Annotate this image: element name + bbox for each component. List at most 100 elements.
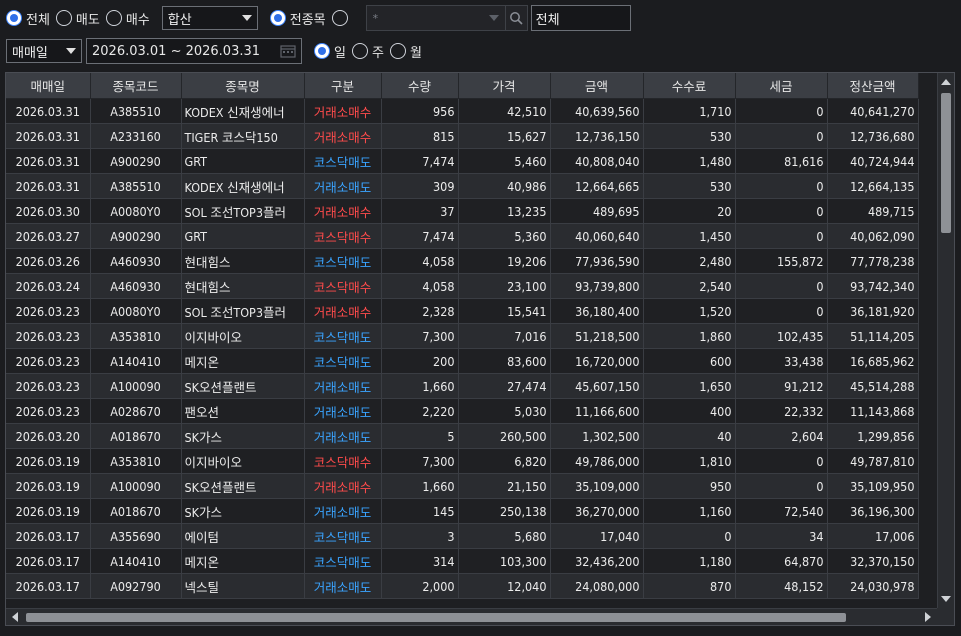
horizontal-scroll-thumb[interactable]: [26, 613, 846, 622]
table-row[interactable]: 2026.03.31 A233160 TIGER 코스닥150 거래소매수 815 15,…: [6, 123, 919, 149]
radio-period-week[interactable]: 주: [351, 42, 384, 61]
radio-period-day[interactable]: 일: [314, 42, 346, 61]
cell-stock-code: A900290: [90, 148, 182, 174]
cell-settlement: 16,685,962: [827, 348, 919, 374]
cell-stock-code: A353810: [90, 323, 182, 349]
cell-type: 코스닥매수: [304, 273, 382, 299]
stock-code-input[interactable]: *: [365, 5, 506, 31]
cell-stock-name: 넥스틸: [181, 573, 305, 599]
header-amount[interactable]: 금액: [550, 73, 644, 99]
table-row[interactable]: 2026.03.30 A0080Y0 SOL 조선TOP3플러 거래소매수 37 13,2…: [6, 198, 919, 224]
cell-price: 250,138: [458, 498, 551, 524]
trade-table: 매매일 종목코드 종목명 구분 수량 가격 금액 수수료 세금 정산금액 202…: [6, 73, 919, 599]
radio-trade-sell[interactable]: 매도: [55, 9, 100, 28]
table-row[interactable]: 2026.03.23 A353810 이지바이오 코스닥매도 7,300 7,016 51,…: [6, 323, 919, 349]
vertical-scroll-thumb[interactable]: [941, 93, 951, 233]
cell-tax: 0: [735, 173, 828, 199]
table-row[interactable]: 2026.03.31 A385510 KODEX 신재생에너 거래소매도 309 40,9…: [6, 173, 919, 199]
cell-quantity: 1,660: [381, 473, 459, 499]
table-row[interactable]: 2026.03.17 A092790 넥스틸 거래소매도 2,000 12,040 24,0…: [6, 573, 919, 599]
scroll-up-icon[interactable]: [941, 79, 951, 85]
table-row[interactable]: 2026.03.19 A100090 SK오션플랜트 거래소매수 1,660 21,150…: [6, 473, 919, 499]
radio-single-stock[interactable]: [331, 10, 352, 26]
table-row[interactable]: 2026.03.26 A460930 현대힘스 코스닥매도 4,058 19,206 77,…: [6, 248, 919, 274]
cell-stock-name: 이지바이오: [181, 323, 305, 349]
table-row[interactable]: 2026.03.17 A140410 메지온 코스닥매도 314 103,300 32,43…: [6, 548, 919, 574]
search-button[interactable]: [505, 5, 528, 31]
header-stock-name[interactable]: 종목명: [181, 73, 305, 99]
table-row[interactable]: 2026.03.19 A018670 SK가스 거래소매도 145 250,138 36,2…: [6, 498, 919, 524]
cell-stock-name: 에이텀: [181, 523, 305, 549]
cell-stock-name: 팬오션: [181, 398, 305, 424]
table-row[interactable]: 2026.03.17 A355690 에이텀 코스닥매도 3 5,680 17,040 0 34…: [6, 523, 919, 549]
calendar-icon[interactable]: [280, 44, 296, 58]
cell-tax: 48,152: [735, 573, 828, 599]
scroll-left-icon[interactable]: [12, 612, 18, 622]
vertical-scrollbar[interactable]: [937, 73, 954, 608]
radio-dot-icon: [331, 10, 348, 26]
cell-fee: 1,480: [643, 148, 736, 174]
table-row[interactable]: 2026.03.20 A018670 SK가스 거래소매도 5 260,500 1,302,…: [6, 423, 919, 449]
header-fee[interactable]: 수수료: [643, 73, 736, 99]
cell-stock-code: A353810: [90, 448, 182, 474]
cell-fee: 2,480: [643, 248, 736, 274]
horizontal-scrollbar[interactable]: [6, 608, 937, 625]
table-header-row: 매매일 종목코드 종목명 구분 수량 가격 금액 수수료 세금 정산금액: [6, 73, 919, 99]
cell-fee: 950: [643, 473, 736, 499]
stock-code-placeholder: *: [372, 11, 379, 25]
header-settlement[interactable]: 정산금액: [827, 73, 919, 99]
header-quantity[interactable]: 수량: [381, 73, 459, 99]
table-row[interactable]: 2026.03.23 A100090 SK오션플랜트 거래소매도 1,660 27,474…: [6, 373, 919, 399]
table-row[interactable]: 2026.03.31 A900290 GRT 코스닥매도 7,474 5,460 40,80…: [6, 148, 919, 174]
cell-type: 거래소매수: [304, 98, 382, 124]
header-type[interactable]: 구분: [304, 73, 382, 99]
radio-trade-buy[interactable]: 매수: [105, 9, 150, 28]
radio-dot-icon: [6, 10, 22, 26]
radio-period-month[interactable]: 월: [389, 42, 422, 61]
header-trade-date[interactable]: 매매일: [6, 73, 91, 99]
cell-fee: 1,180: [643, 548, 736, 574]
cell-quantity: 2,220: [381, 398, 459, 424]
cell-stock-code: A028670: [90, 398, 182, 424]
cell-amount: 49,786,000: [550, 448, 644, 474]
cell-stock-code: A100090: [90, 473, 182, 499]
search-icon: [510, 12, 523, 25]
cell-tax: 0: [735, 98, 828, 124]
header-stock-code[interactable]: 종목코드: [90, 73, 182, 99]
cell-stock-code: A018670: [90, 423, 182, 449]
cell-tax: 2,604: [735, 423, 828, 449]
cell-fee: 530: [643, 173, 736, 199]
cell-stock-name: SK가스: [181, 423, 305, 449]
table-row[interactable]: 2026.03.27 A900290 GRT 코스닥매수 7,474 5,360 40,06…: [6, 223, 919, 249]
cell-stock-code: A355690: [90, 523, 182, 549]
scroll-down-icon[interactable]: [941, 596, 951, 602]
cell-settlement: 35,109,950: [827, 473, 919, 499]
cell-trade-date: 2026.03.23: [6, 348, 91, 374]
table-row[interactable]: 2026.03.23 A0080Y0 SOL 조선TOP3플러 거래소매수 2,328 1…: [6, 298, 919, 324]
cell-stock-name: KODEX 신재생에너: [181, 173, 305, 199]
header-tax[interactable]: 세금: [735, 73, 828, 99]
header-price[interactable]: 가격: [458, 73, 551, 99]
table-row[interactable]: 2026.03.23 A028670 팬오션 거래소매도 2,220 5,030 11,16…: [6, 398, 919, 424]
scroll-right-icon[interactable]: [925, 612, 931, 622]
account-filter-field[interactable]: 전체: [530, 5, 631, 31]
cell-stock-code: A140410: [90, 548, 182, 574]
cell-type: 거래소매도: [304, 173, 382, 199]
cell-tax: 0: [735, 198, 828, 224]
table-row[interactable]: 2026.03.19 A353810 이지바이오 코스닥매수 7,300 6,820 49,…: [6, 448, 919, 474]
cell-type: 거래소매도: [304, 498, 382, 524]
cell-trade-date: 2026.03.26: [6, 248, 91, 274]
cell-tax: 33,438: [735, 348, 828, 374]
cell-tax: 72,540: [735, 498, 828, 524]
combine-select[interactable]: 합산: [161, 6, 258, 30]
cell-price: 21,150: [458, 473, 551, 499]
date-range-field[interactable]: 2026.03.01 ~ 2026.03.31: [86, 38, 302, 64]
table-row[interactable]: 2026.03.23 A140410 메지온 코스닥매도 200 83,600 16,720…: [6, 348, 919, 374]
table-row[interactable]: 2026.03.24 A460930 현대힘스 코스닥매수 4,058 23,100 93,…: [6, 273, 919, 299]
cell-type: 거래소매수: [304, 123, 382, 149]
cell-amount: 16,720,000: [550, 348, 644, 374]
radio-trade-all[interactable]: 전체: [6, 9, 50, 28]
radio-all-stocks[interactable]: 전종목: [269, 9, 326, 28]
table-row[interactable]: 2026.03.31 A385510 KODEX 신재생에너 거래소매수 956 42,5…: [6, 98, 919, 124]
date-type-select[interactable]: 매매일: [6, 39, 82, 63]
